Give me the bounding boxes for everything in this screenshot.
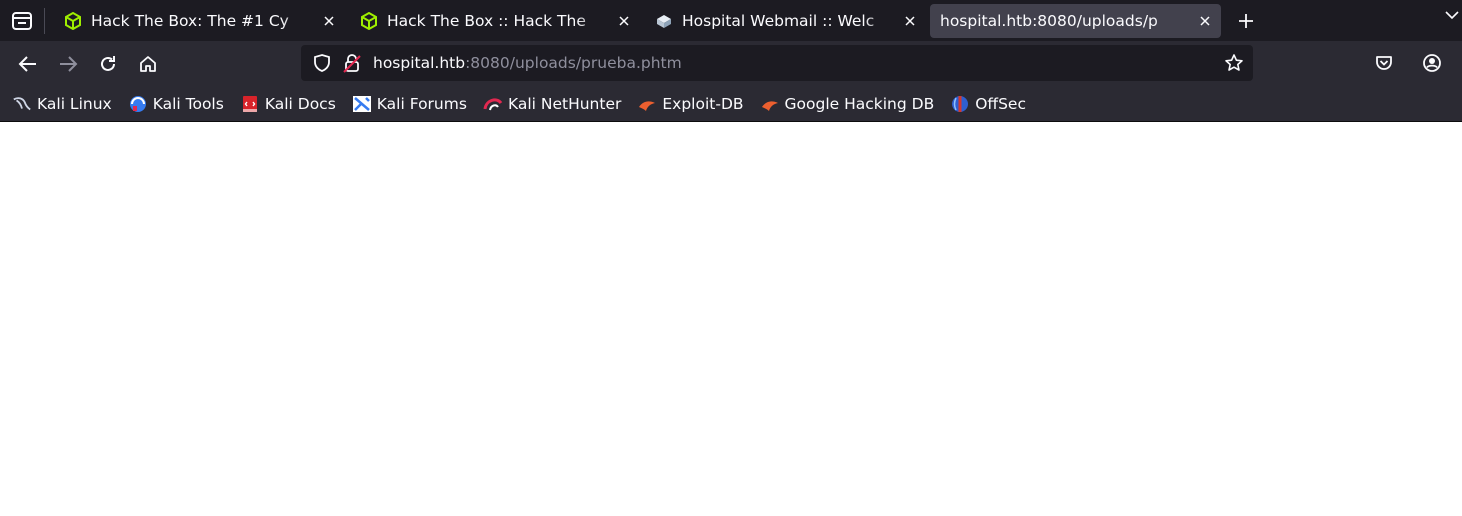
bookmark-kali-linux[interactable]: Kali Linux [12, 95, 112, 113]
close-icon[interactable] [1197, 13, 1213, 29]
htb-cube-icon [63, 11, 83, 31]
tracking-protection-shield-icon[interactable] [311, 52, 333, 74]
pocket-button[interactable] [1368, 47, 1400, 79]
pocket-icon [1376, 56, 1392, 70]
back-button[interactable] [12, 48, 44, 80]
bookmark-google-hacking-db[interactable]: Google Hacking DB [760, 94, 935, 113]
offsec-icon [950, 95, 970, 113]
tab-htb-1[interactable]: Hack The Box: The #1 Cy [53, 4, 345, 38]
reload-icon [101, 55, 115, 71]
kali-tools-icon [128, 95, 148, 113]
bookmark-label: Kali Forums [376, 94, 467, 113]
firefox-view-icon [12, 11, 32, 30]
kali-dragon-icon [12, 95, 32, 113]
bookmark-kali-nethunter[interactable]: Kali NetHunter [483, 95, 621, 113]
tab-strip: Hack The Box: The #1 Cy Hack The Box :: … [0, 0, 1462, 41]
list-all-tabs-button[interactable] [1442, 4, 1462, 26]
navigation-toolbar: hospital.htb:8080/uploads/prueba.phtm [0, 41, 1462, 86]
bookmark-label: Google Hacking DB [784, 94, 935, 113]
insecure-lock-icon[interactable] [341, 52, 363, 74]
toolbar-right-buttons [1352, 47, 1448, 79]
chevron-down-icon [1445, 11, 1459, 20]
arrow-left-icon [18, 55, 36, 72]
kali-forums-icon [352, 95, 372, 113]
url-bar[interactable]: hospital.htb:8080/uploads/prueba.phtm [301, 45, 1253, 81]
home-icon [140, 55, 156, 72]
firefox-view-button[interactable] [0, 0, 44, 41]
bookmark-label: Exploit-DB [662, 94, 744, 113]
bookmarks-toolbar: Kali Linux Kali Tools Kali Docs Kali For… [0, 86, 1462, 122]
bookmark-label: Kali NetHunter [507, 94, 622, 113]
bookmark-exploit-db[interactable]: Exploit-DB [637, 94, 744, 113]
plus-icon [1239, 13, 1253, 28]
tab-title: Hack The Box :: Hack The [387, 11, 586, 30]
close-icon[interactable] [321, 13, 337, 29]
bookmark-kali-docs[interactable]: Kali Docs [240, 95, 336, 113]
htb-cube-icon [359, 11, 379, 31]
close-icon[interactable] [902, 13, 918, 29]
bookmark-label: Kali Docs [264, 94, 336, 113]
url-domain: hospital.htb [373, 54, 466, 72]
tab-separator [44, 7, 45, 34]
bookmark-kali-forums[interactable]: Kali Forums [352, 95, 467, 113]
reload-button[interactable] [92, 48, 124, 80]
tab-title: hospital.htb:8080/uploads/p [940, 11, 1158, 30]
exploit-db-icon [637, 95, 657, 113]
bookmark-star-icon[interactable] [1223, 52, 1245, 74]
home-button[interactable] [132, 48, 164, 80]
browser-chrome: Hack The Box: The #1 Cy Hack The Box :: … [0, 0, 1462, 122]
tab-uploads-active[interactable]: hospital.htb:8080/uploads/p [930, 3, 1221, 38]
bookmark-label: Kali Linux [37, 94, 112, 113]
forward-button[interactable] [52, 48, 84, 80]
bookmark-kali-tools[interactable]: Kali Tools [128, 95, 224, 113]
url-text[interactable]: hospital.htb:8080/uploads/prueba.phtm [373, 54, 682, 72]
roundcube-icon [654, 11, 674, 31]
ghdb-icon [760, 95, 780, 113]
url-path: :8080/uploads/prueba.phtm [465, 54, 682, 72]
kali-docs-icon [240, 95, 260, 113]
account-button[interactable] [1416, 47, 1448, 79]
tab-title: Hack The Box: The #1 Cy [91, 11, 289, 30]
arrow-right-icon [60, 55, 78, 72]
bookmark-label: Kali Tools [152, 94, 224, 113]
tab-htb-2[interactable]: Hack The Box :: Hack The [349, 4, 640, 38]
bookmark-label: OffSec [975, 94, 1026, 113]
page-content-blank [0, 122, 1462, 516]
new-tab-button[interactable] [1229, 4, 1263, 38]
close-icon[interactable] [616, 13, 632, 29]
nethunter-icon [483, 95, 503, 113]
tab-webmail[interactable]: Hospital Webmail :: Welc [644, 4, 926, 38]
bookmark-offsec[interactable]: OffSec [950, 95, 1026, 113]
account-icon [1423, 54, 1441, 72]
tab-title: Hospital Webmail :: Welc [682, 11, 875, 30]
